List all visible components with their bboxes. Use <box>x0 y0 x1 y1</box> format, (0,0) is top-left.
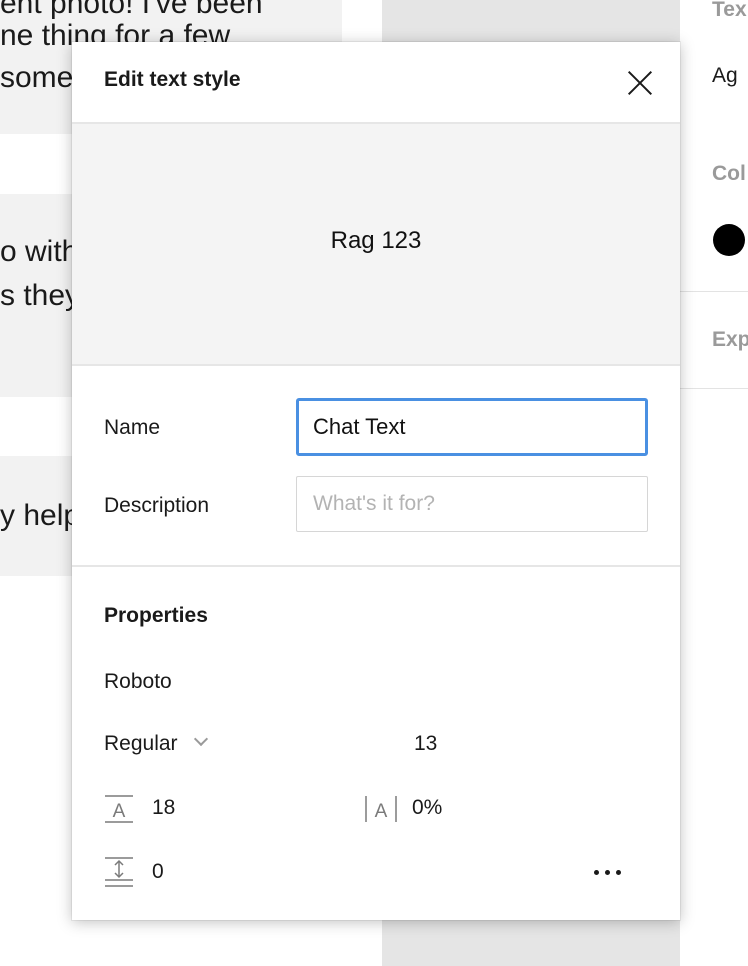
export-section-label[interactable]: Exp <box>712 328 748 352</box>
line-height-icon: A <box>105 795 133 823</box>
properties-heading: Properties <box>104 604 208 627</box>
section-divider <box>72 565 680 567</box>
panel-divider <box>680 388 748 389</box>
color-swatch[interactable] <box>713 224 745 256</box>
dialog-title: Edit text style <box>104 68 241 91</box>
panel-divider <box>680 291 748 292</box>
preview-text: Rag 123 <box>330 227 422 254</box>
color-section-label: Col <box>712 162 746 185</box>
bubble-text-line: y help <box>0 499 81 532</box>
font-size-input[interactable]: 13 <box>414 732 437 756</box>
bubble-text-line: some <box>0 61 74 94</box>
name-input[interactable] <box>296 398 648 456</box>
text-style-preview: Rag 123 <box>72 124 680 366</box>
svg-text:A: A <box>375 801 388 822</box>
close-icon[interactable] <box>622 64 658 100</box>
text-section-label: Tex <box>712 0 747 21</box>
bubble-text-line: o with <box>0 235 79 268</box>
letter-spacing-icon: A <box>365 796 397 822</box>
font-weight-select[interactable]: Regular <box>104 732 178 756</box>
paragraph-spacing-icon <box>105 857 133 887</box>
text-style-sample[interactable]: Ag <box>712 64 738 88</box>
properties-panel: Tex Ag Col Exp <box>680 0 748 966</box>
description-input[interactable] <box>296 476 648 532</box>
font-family-select[interactable]: Roboto <box>104 670 172 694</box>
edit-text-style-dialog: Edit text style Rag 123 Name Description… <box>72 42 680 920</box>
bubble-text-line: s they <box>0 279 81 312</box>
more-icon[interactable] <box>594 862 627 882</box>
letter-spacing-input[interactable]: 0% <box>412 796 442 820</box>
description-label: Description <box>104 494 210 517</box>
paragraph-spacing-input[interactable]: 0 <box>152 860 164 884</box>
line-height-input[interactable]: 18 <box>152 796 175 820</box>
name-label: Name <box>104 416 161 439</box>
dialog-header: Edit text style <box>72 42 680 124</box>
chevron-down-icon[interactable] <box>193 731 209 747</box>
svg-text:A: A <box>113 801 126 822</box>
